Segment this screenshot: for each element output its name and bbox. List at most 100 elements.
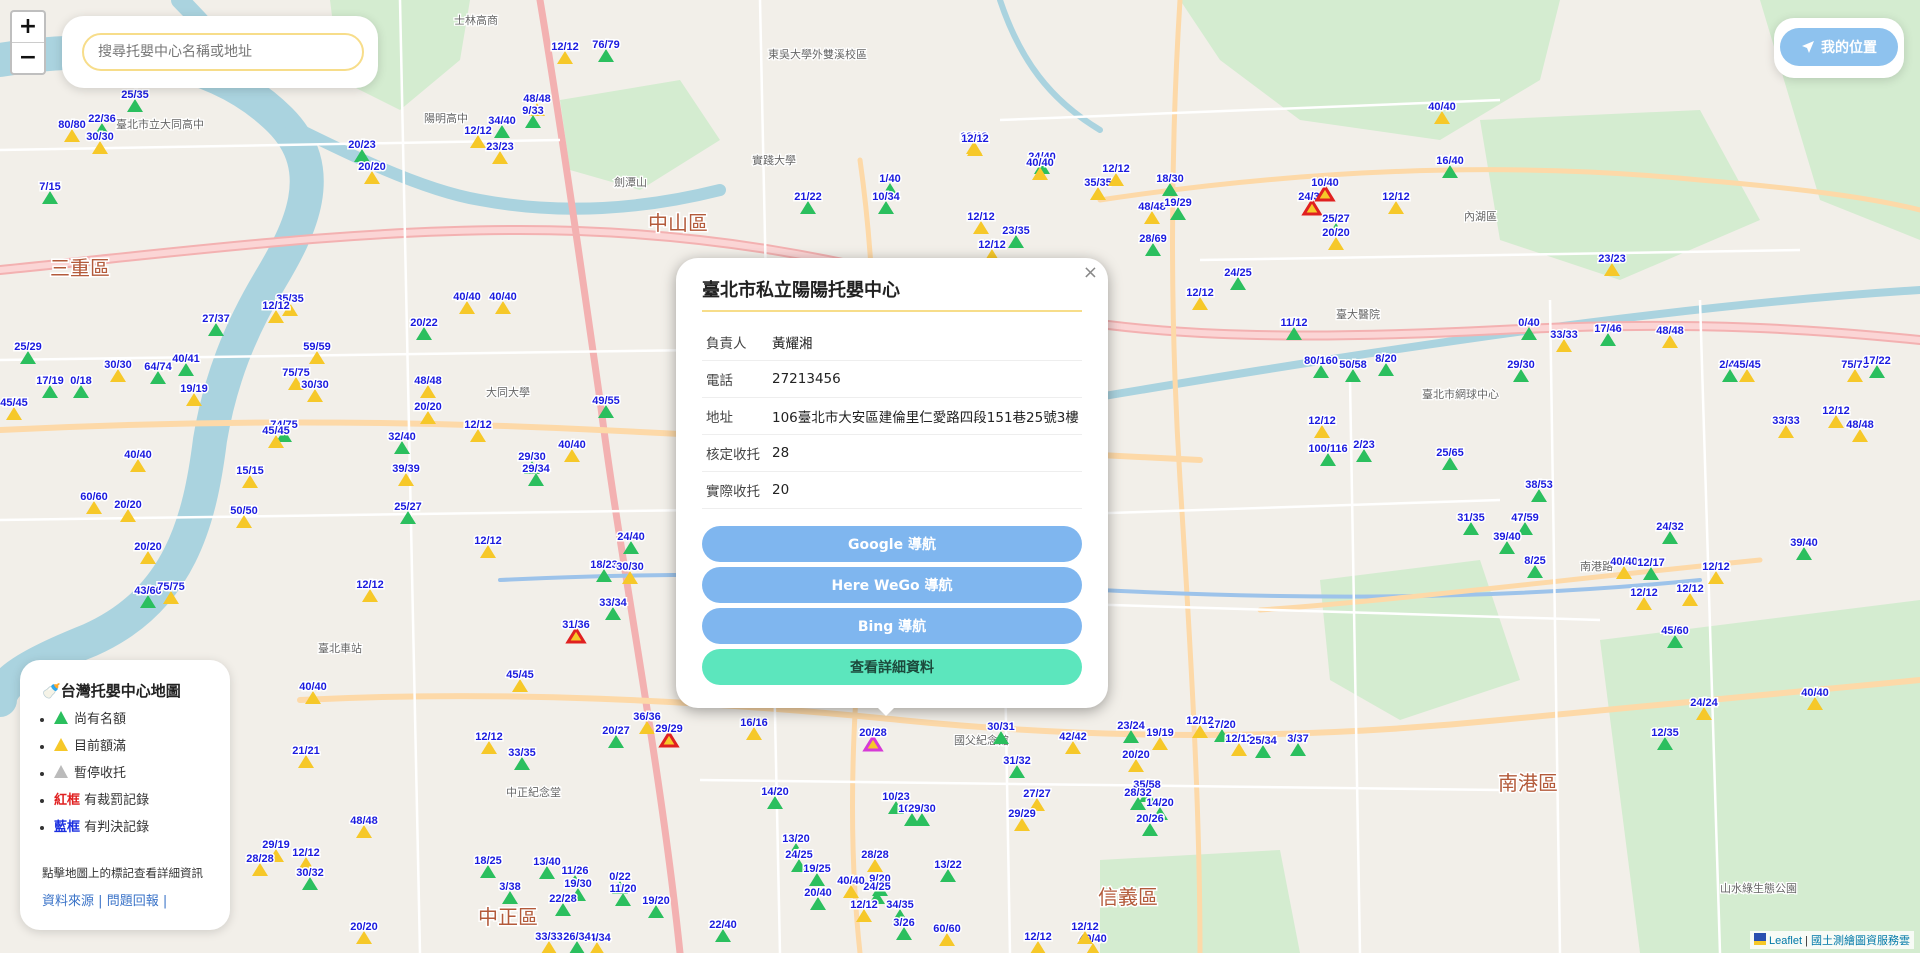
marker-label: 76/79 [592,39,620,51]
marker-label: 27/27 [1023,788,1051,800]
marker-label: 34/40 [488,115,516,127]
marker-label: 48/48 [523,93,551,105]
marker-label: 59/59 [303,341,331,353]
marker-label: 22/40 [709,919,737,931]
marker-label: 60/60 [933,923,961,935]
place-label: 臺北市立大同高中 [116,117,204,131]
marker-label: 40/40 [1428,101,1456,113]
marker-label: 20/20 [114,499,142,511]
marker-label: 20/20 [350,921,378,933]
place-label: 南港路 [1580,560,1613,573]
marker-label: 17/22 [1863,355,1891,367]
info-key: 電話 [702,360,771,398]
marker-label: 20/28 [859,727,887,739]
leaflet-link[interactable]: Leaflet [1769,935,1802,947]
marker-label: 12/12 [551,41,579,53]
marker-label: 12/12 [1382,191,1410,203]
marker-label: 7/15 [39,181,60,193]
marker-label: 20/20 [358,161,386,173]
zoom-in-button[interactable]: + [12,12,44,42]
marker-label: 19/19 [1146,727,1174,739]
legend-item: 暫停收托 [54,760,149,787]
legend-item-label: 有判決記錄 [84,820,150,835]
info-value: 黃耀湘 [771,324,1082,361]
marker-label: 50/58 [1339,359,1367,371]
marker-label: 33/35 [508,747,536,759]
marker-label: 29/30 [1507,359,1535,371]
marker-label: 30/30 [104,359,132,371]
place-label: 臺北市網球中心 [1422,387,1499,401]
bing-nav-button[interactable]: Bing 導航 [702,608,1082,644]
marker-label: 25/65 [1436,447,1464,459]
marker-label: 18/23 [590,559,618,571]
marker-label: 24/40 [617,531,645,543]
marker-label: 20/22 [410,317,438,329]
place-label: 陽明高中 [424,111,468,125]
google-nav-button[interactable]: Google 導航 [702,526,1082,562]
marker-label: 25/35 [121,89,149,101]
marker-label: 12/35 [1651,727,1679,739]
marker-label: 35/35 [1084,177,1112,189]
district-label: 南港區 [1498,772,1558,795]
marker-label: 29/30 [518,451,546,463]
place-label: 東吳大學外雙溪校區 [768,47,867,61]
marker-label: 28/69 [1139,233,1167,245]
marker-label: 30/30 [616,561,644,573]
marker-label: 12/12 [262,300,290,312]
marker-label: 10/23 [882,791,910,803]
marker-label: 100/116 [1308,443,1347,455]
marker-label: 47/59 [1511,512,1539,524]
search-panel [62,16,378,88]
marker-label: 12/12 [1676,583,1704,595]
marker-label: 40/40 [1801,687,1829,699]
place-label: 臺北車站 [318,641,362,655]
popup-close-button[interactable]: × [1083,262,1098,283]
district-label: 三重區 [50,257,110,280]
marker-label: 40/40 [558,439,586,451]
marker-label: 21/22 [794,191,822,203]
marker-label: 33/34 [599,597,627,609]
marker-label: 48/48 [1846,419,1874,431]
marker-label: 12/12 [961,133,989,145]
data-source-link[interactable]: 資料來源 [42,894,94,909]
marker-label: 1/40 [879,173,900,185]
zoom-out-button[interactable]: − [12,42,44,73]
marker-label: 64/74 [144,361,172,373]
legend-item-label: 暫停收托 [74,766,127,781]
marker-label: 12/12 [1186,287,1214,299]
info-key: 實際收托 [702,471,771,509]
here-wego-nav-button[interactable]: Here WeGo 導航 [702,567,1082,603]
marker-label: 21/21 [292,745,320,757]
marker-label: 20/20 [414,401,442,413]
report-issue-link[interactable]: 問題回報 [107,894,159,909]
marker-label: 12/12 [356,579,384,591]
nlsc-link[interactable]: 國土測繪圖資服務雲 [1811,935,1910,947]
link-separator: | [98,894,103,909]
marker-label: 31/35 [1457,512,1485,524]
marker-label: 31/32 [1003,755,1031,767]
marker-label: 19/20 [642,895,670,907]
info-row: 地址 106臺北市大安區建倫里仁愛路四段151巷25號3樓 [702,397,1082,435]
legend-list: 尚有名額 目前額滿 暫停收托 紅框 有裁罰記錄 藍框 有判決記錄 [30,706,149,841]
marker-label: 42/42 [1059,731,1087,743]
marker-label: 60/60 [80,491,108,503]
my-location-button[interactable]: 我的位置 [1780,28,1898,66]
legend-item: 目前額滿 [54,733,149,760]
marker-label: 20/20 [1322,227,1350,239]
search-input[interactable] [82,33,364,71]
legend-title: 🍼台灣托嬰中心地圖 [42,680,181,701]
marker-label: 30/30 [301,379,329,391]
marker-label: 12/17 [1637,557,1665,569]
info-value: 28 [771,434,1082,472]
marker-label: 38/53 [1525,479,1553,491]
marker-label: 10/40 [1311,177,1339,189]
legend-hint: 點擊地圖上的標記查看詳細資訊 [42,866,203,880]
popup-tip [870,700,902,716]
marker-label: 20/27 [602,725,630,737]
marker-label: 19/19 [180,383,208,395]
marker-label: 12/12 [464,125,492,137]
marker-label: 12/12 [1024,931,1052,943]
view-details-button[interactable]: 查看詳細資料 [702,649,1082,685]
marker-label: 12/12 [292,847,320,859]
locate-panel: 我的位置 [1774,18,1904,78]
